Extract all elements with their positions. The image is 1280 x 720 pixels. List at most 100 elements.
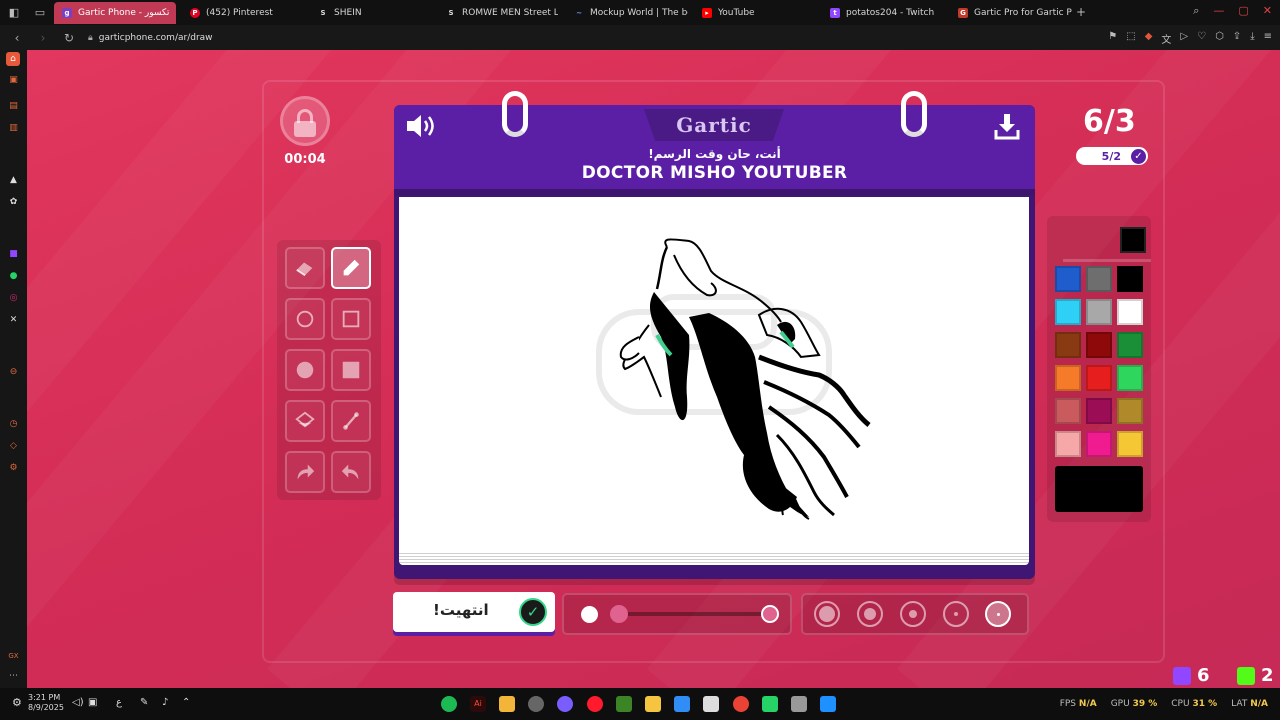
history-icon[interactable]: ◷ [8,418,19,429]
color-swatch[interactable] [1055,398,1081,424]
url-field[interactable]: garticphone.com/ar/draw [99,33,213,43]
menu-icon[interactable]: ≡ [1264,31,1272,46]
discord-icon[interactable] [557,696,573,712]
filled-ellipse-tool[interactable] [285,349,325,391]
brush-size-slider[interactable] [613,612,769,616]
color-swatch[interactable] [1086,266,1112,292]
download-icon[interactable]: ⤓ [1250,31,1254,46]
color-swatch[interactable] [1086,398,1112,424]
tab-list-icon[interactable]: ▭ [26,0,54,25]
gx-icon[interactable]: GX [8,650,19,661]
music-icon[interactable]: ▥ [8,122,19,133]
gamepad-icon[interactable]: ▣ [8,74,19,85]
gem-icon[interactable]: ◇ [8,440,19,451]
color-swatch[interactable] [1117,266,1143,292]
chrome-icon[interactable] [733,696,749,712]
steam-icon[interactable] [528,696,544,712]
whatsapp-icon[interactable]: ● [8,270,19,281]
speaker-icon[interactable]: ◁) [72,697,84,708]
twitch-sidebar-icon[interactable]: ■ [8,248,19,259]
tab-romwe[interactable]: S ROMWE MEN Street Life [438,2,558,24]
redo-tool[interactable] [285,451,325,493]
copilot-icon[interactable] [674,696,690,712]
opacity-level-4[interactable] [943,601,969,627]
color-swatch[interactable] [1086,299,1112,325]
opacity-level-5[interactable] [985,601,1011,627]
minecraft-icon[interactable] [616,696,632,712]
tab-shein[interactable]: S SHEIN [310,2,430,24]
opacity-level-2[interactable] [857,601,883,627]
tray-chevron-icon[interactable]: ⌃ [182,697,190,708]
color-swatch[interactable] [1055,431,1081,457]
settings-gear-icon[interactable]: ⚙ [12,696,22,709]
pen-tool[interactable] [331,247,371,289]
instagram-icon[interactable]: ◎ [8,292,19,303]
tab-gartic[interactable]: g Gartic Phone - تكسور ✕ [54,2,176,24]
new-tab-icon[interactable]: + [1076,5,1086,19]
color-swatch[interactable] [1117,365,1143,391]
color-swatch[interactable] [1117,332,1143,358]
play-icon[interactable]: ▷ [1180,31,1188,46]
color-swatch[interactable] [1117,398,1143,424]
x-icon[interactable]: ✕ [8,314,19,325]
maximize-icon[interactable]: ▢ [1238,4,1248,18]
aria-icon[interactable]: ▲ [8,174,19,185]
settings-icon[interactable]: ⚙ [8,462,19,473]
back-icon[interactable]: ‹ [8,31,26,45]
opacity-level-3[interactable] [900,601,926,627]
line-tool[interactable] [331,400,371,442]
spotify-icon[interactable] [441,696,457,712]
done-button[interactable]: انتهيت! ✓ [393,592,555,632]
heart-icon[interactable]: ♡ [1197,31,1206,46]
folder-icon[interactable] [645,696,661,712]
tab-mockup-world[interactable]: ~ Mockup World | The best [566,2,688,24]
share-icon[interactable]: ⇪ [1233,31,1241,46]
color-swatch[interactable] [1055,332,1081,358]
download-icon[interactable] [994,111,1020,141]
eraser-tool[interactable] [285,247,325,289]
screenshot-icon[interactable]: ⬚ [1126,31,1135,46]
volume-icon[interactable] [404,111,438,141]
start-icon[interactable] [820,696,836,712]
color-swatch[interactable] [1086,332,1112,358]
tab-twitch[interactable]: t potatos204 - Twitch [822,2,948,24]
close-window-icon[interactable]: ✕ [1263,4,1272,18]
illustrator-icon[interactable]: Ai [470,696,486,712]
search-tabs-icon[interactable]: ⌕ [1193,4,1199,18]
reload-icon[interactable]: ↻ [60,31,78,45]
browser-menu-icon[interactable]: ◧ [0,0,28,25]
shield-icon[interactable]: ◆ [1145,31,1153,46]
minimize-icon[interactable]: — [1213,4,1224,18]
bookmark-icon[interactable]: ⚑ [1108,31,1117,46]
brush-size-handle[interactable] [610,605,628,623]
network-icon[interactable]: ▣ [88,697,97,708]
color-swatch[interactable] [1086,431,1112,457]
pen-icon[interactable]: ✎ [140,697,148,708]
more-apps-icon[interactable]: ⊖ [8,366,19,377]
extensions-icon[interactable]: ⬡ [1215,31,1224,46]
opacity-level-1[interactable] [814,601,840,627]
color-swatch[interactable] [1086,365,1112,391]
tab-gartic-pro[interactable]: G Gartic Pro for Gartic Phon [950,2,1072,24]
color-swatch[interactable] [1055,299,1081,325]
brush-size-max-icon[interactable] [761,605,779,623]
task-view-icon[interactable] [791,696,807,712]
news-icon[interactable]: ▤ [8,100,19,111]
color-swatch[interactable] [1117,299,1143,325]
forward-icon[interactable]: › [34,31,52,45]
clock[interactable]: 3:21 PM 8/9/2025 [28,693,64,713]
fill-tool[interactable] [285,400,325,442]
opera-gx-icon[interactable] [587,696,603,712]
whatsapp-app-icon[interactable] [762,696,778,712]
calculator-icon[interactable] [703,696,719,712]
color-swatch[interactable] [1117,431,1143,457]
language-indicator[interactable]: ع [116,697,122,708]
color-swatch[interactable] [1055,266,1081,292]
selected-color-preview[interactable] [1055,466,1143,512]
filled-rectangle-tool[interactable] [331,349,371,391]
undo-tool[interactable] [331,451,371,493]
mic-icon[interactable]: ♪ [162,697,168,708]
home-icon[interactable]: ⌂ [6,52,20,66]
drawing-canvas[interactable] [399,197,1029,551]
file-icon[interactable] [499,696,515,712]
